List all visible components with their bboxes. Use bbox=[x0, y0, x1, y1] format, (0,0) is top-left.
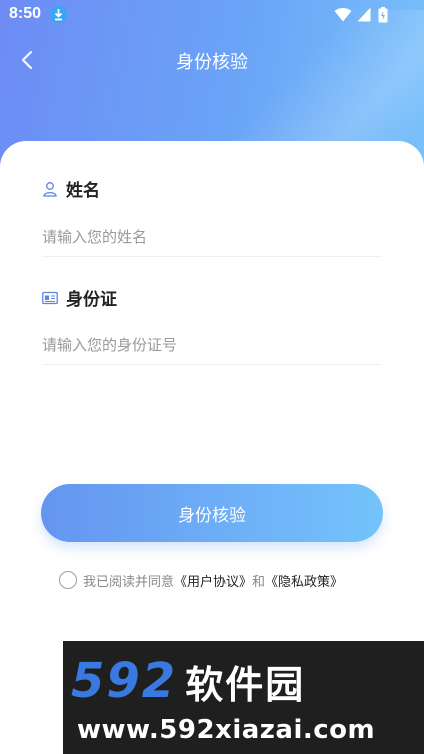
name-label: 姓名 bbox=[42, 176, 100, 201]
page-title: 身份核验 bbox=[176, 52, 248, 73]
agreement-row: 我已阅读并同意 《用户协议》 和 《隐私政策》 bbox=[59, 570, 343, 590]
navigation-bar: 身份核验 bbox=[0, 38, 424, 82]
agreement-prefix: 我已阅读并同意 bbox=[83, 574, 175, 590]
verify-button[interactable]: 身份核验 bbox=[41, 484, 383, 542]
download-icon bbox=[50, 6, 67, 23]
watermark-overlay: 592 软件园 www.592xiazai.com bbox=[63, 641, 424, 754]
agreement-conjunction: 和 bbox=[252, 574, 266, 590]
form-card: 姓名 身份证 bbox=[0, 141, 424, 641]
id-card-label-text: 身份证 bbox=[66, 290, 117, 310]
watermark-logo: 592 软件园 bbox=[71, 653, 305, 709]
id-card-icon bbox=[42, 290, 58, 306]
watermark-url: www.592xiazai.com bbox=[77, 715, 376, 745]
user-agreement-link[interactable]: 《用户协议》 bbox=[174, 571, 252, 590]
watermark-name: 软件园 bbox=[185, 662, 306, 707]
wifi-icon bbox=[334, 8, 352, 22]
name-label-text: 姓名 bbox=[66, 181, 100, 201]
status-bar: 8:50 bbox=[0, 0, 424, 30]
privacy-policy-link[interactable]: 《隐私政策》 bbox=[265, 571, 343, 590]
battery-icon bbox=[378, 7, 388, 23]
id-card-input[interactable] bbox=[42, 325, 382, 365]
id-card-label: 身份证 bbox=[42, 285, 117, 310]
user-icon bbox=[42, 181, 58, 197]
signal-icon bbox=[357, 7, 371, 22]
name-input[interactable] bbox=[42, 217, 382, 257]
status-time: 8:50 bbox=[9, 5, 42, 22]
watermark-digits: 592 bbox=[71, 653, 178, 709]
identity-verification-screen: 8:50 身份核验 姓名 请输入您的姓名 身份证 请输入您的身份证号 身份核验 … bbox=[0, 0, 424, 754]
agreement-checkbox[interactable] bbox=[59, 571, 77, 589]
